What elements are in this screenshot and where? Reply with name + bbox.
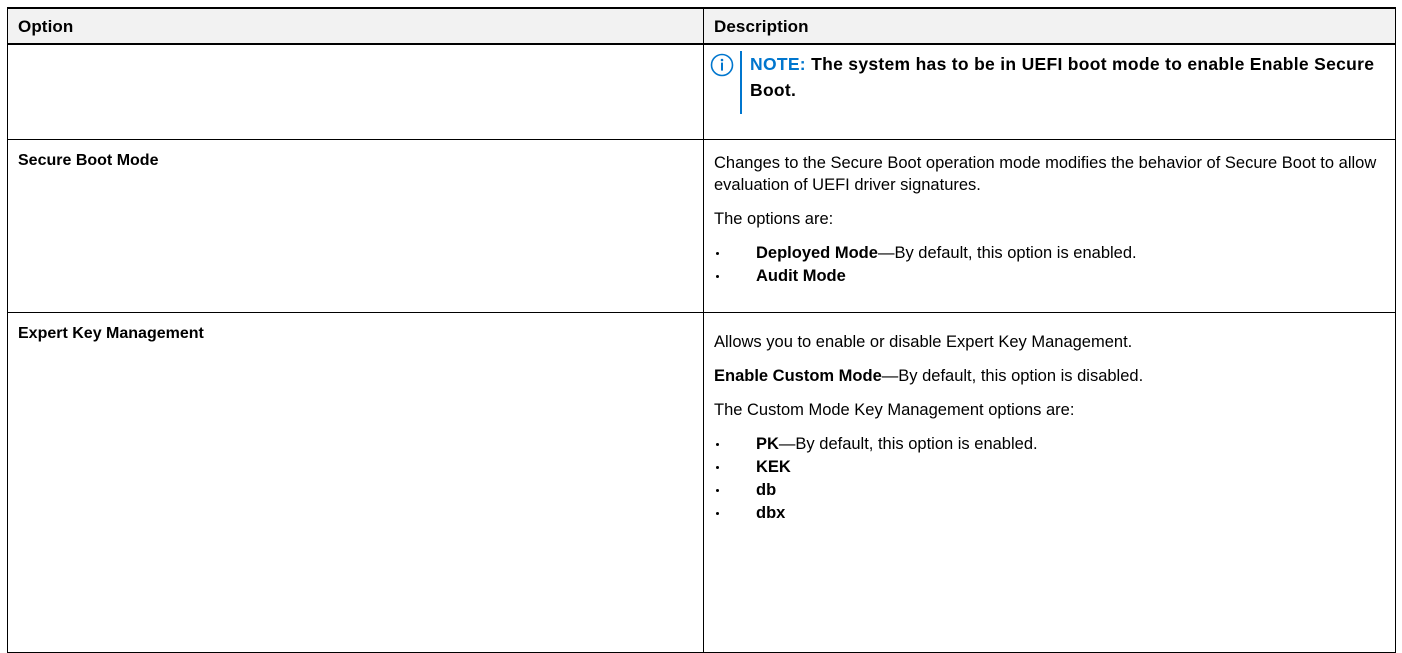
options-table: Option Description NOTE: The system has … — [7, 7, 1396, 653]
info-circle-icon — [710, 53, 734, 77]
bullet-icon — [716, 251, 719, 255]
note-body: The system has to be in UEFI boot mode t… — [750, 54, 1375, 100]
option-name: dbx — [756, 503, 786, 522]
options-list: Deployed Mode—By default, this option is… — [714, 242, 1385, 288]
bullet-icon — [716, 442, 719, 446]
option-name: PK — [756, 434, 779, 453]
note-text: NOTE: The system has to be in UEFI boot … — [750, 51, 1395, 103]
list-item: db — [714, 479, 1385, 502]
bullet-icon — [716, 274, 719, 278]
option-detail: —By default, this option is enabled. — [877, 243, 1137, 262]
table-row-secure-boot-mode: Secure Boot Mode Changes to the Secure B… — [7, 138, 1396, 313]
option-name: Enable Custom Mode — [714, 366, 882, 385]
table-header-row: Option Description — [7, 7, 1396, 45]
description-cell-note: NOTE: The system has to be in UEFI boot … — [703, 43, 1396, 140]
table-row-note: NOTE: The system has to be in UEFI boot … — [7, 43, 1396, 140]
option-cell-empty — [7, 43, 704, 140]
list-item: PK—By default, this option is enabled. — [714, 433, 1385, 456]
option-detail: —By default, this option is enabled. — [778, 434, 1038, 453]
note-block: NOTE: The system has to be in UEFI boot … — [704, 45, 1395, 114]
list-item: Deployed Mode—By default, this option is… — [714, 242, 1385, 265]
description-expert-key-management: Allows you to enable or disable Expert K… — [703, 311, 1396, 653]
description-paragraph: Allows you to enable or disable Expert K… — [714, 332, 1133, 351]
description-paragraph: The Custom Mode Key Management options a… — [714, 400, 1075, 419]
bullet-icon — [716, 465, 719, 469]
option-name: db — [756, 480, 777, 499]
list-item: dbx — [714, 502, 1385, 525]
list-item: Audit Mode — [714, 265, 1385, 288]
list-item: KEK — [714, 456, 1385, 479]
option-detail: —By default, this option is disabled. — [881, 366, 1144, 385]
description-secure-boot-mode: Changes to the Secure Boot operation mod… — [703, 138, 1396, 313]
note-divider — [740, 51, 742, 114]
option-secure-boot-mode: Secure Boot Mode — [7, 138, 704, 313]
option-name: KEK — [756, 457, 791, 476]
description-paragraph: The options are: — [714, 209, 834, 228]
bullet-icon — [716, 511, 719, 515]
note-label: NOTE: — [750, 54, 806, 74]
option-expert-key-management: Expert Key Management — [7, 311, 704, 653]
description-paragraph: Changes to the Secure Boot operation mod… — [714, 153, 1377, 194]
description-paragraph: Enable Custom Mode—By default, this opti… — [714, 365, 1385, 387]
options-list: PK—By default, this option is enabled. K… — [714, 433, 1385, 525]
table-row-expert-key-management: Expert Key Management Allows you to enab… — [7, 311, 1396, 653]
header-description: Description — [703, 7, 1396, 45]
header-option: Option — [7, 7, 704, 45]
bullet-icon — [716, 488, 719, 492]
option-name: Audit Mode — [756, 266, 846, 285]
option-name: Deployed Mode — [756, 243, 878, 262]
